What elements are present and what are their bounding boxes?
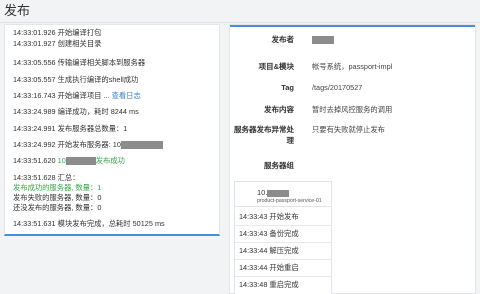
- log-line: 14:33:01.927 创建相关目录: [13, 39, 102, 48]
- publisher-value: [312, 35, 334, 45]
- log-line-server: 10: [57, 156, 66, 165]
- log-line: 14:33:24.991 发布服务器总数量：1: [13, 124, 128, 133]
- server-step: 14:33:43 开始发布: [239, 212, 299, 221]
- publish-log-panel: 14:33:01.926 开始编译打包 14:33:01.927 创建相关目录 …: [4, 24, 220, 236]
- project-label: 项目&模块: [258, 62, 294, 71]
- step-divider: [235, 259, 331, 260]
- page-title: 发布: [4, 3, 31, 18]
- tag-label: Tag: [281, 83, 294, 92]
- redacted-ip: [267, 189, 290, 197]
- log-line: 发布成功的服务器, 数量：1: [13, 183, 102, 192]
- step-divider: [235, 242, 331, 243]
- log-line-text: 14:33:16.743 开始编译项目 ...: [13, 91, 110, 100]
- redacted-ip: [65, 157, 96, 166]
- log-line: 14:33:51.631 模块发布完成，总耗时 50125 ms: [13, 219, 165, 228]
- server-step: 14:33:44 开始重启: [239, 263, 299, 272]
- servers-label: 服务器组: [264, 161, 294, 170]
- redacted-publisher: [312, 36, 334, 45]
- server-step: 14:33:43 备份完成: [239, 229, 299, 238]
- view-log-link[interactable]: 查看日志: [112, 91, 141, 100]
- publisher-label: 发布者: [271, 35, 295, 44]
- panel-accent-rule: [230, 25, 475, 27]
- log-line: 14:33:01.926 开始编译打包: [13, 28, 102, 37]
- step-divider: [235, 225, 331, 226]
- log-line: 14:33:05.557 生成执行编译的shell成功: [13, 75, 139, 84]
- server-step: 14:33:48 重启完成: [239, 280, 299, 289]
- server-step: 14:33:44 解压完成: [239, 246, 299, 255]
- title-divider: [0, 22, 480, 23]
- step-divider: [235, 276, 331, 277]
- log-line-text: 14:33:24.992 开始发布服务器: 10: [13, 140, 121, 149]
- server-card: 10. product-passport-service-01 14:33:43…: [234, 181, 332, 294]
- log-line: 14:33:51.620 10 发布成功: [13, 156, 125, 166]
- server-card-divider: [235, 206, 331, 207]
- content-value: 暂时去掉风控服务的调用: [312, 105, 393, 114]
- log-line: 发布失败的服务器, 数量：0: [13, 193, 102, 202]
- log-line-status: 发布成功: [95, 156, 125, 165]
- exception-value: 只要有失败就停止发布: [312, 125, 385, 134]
- content-label: 发布内容: [264, 105, 294, 114]
- exception-label: 服务器发布异常处: [234, 125, 294, 134]
- log-line: 14:33:05.556 传输编译相关脚本到服务器: [13, 58, 146, 67]
- log-line: 还没发布的服务器, 数量：0: [13, 203, 102, 212]
- log-line: 14:33:24.992 开始发布服务器: 10: [13, 140, 163, 150]
- project-value: 帐号系统，passport-impl: [312, 62, 393, 71]
- log-line-text: 14:33:51.620: [13, 156, 58, 165]
- redacted-ip: [120, 141, 163, 150]
- publish-detail-panel: 发布者 项目&模块 帐号系统，passport-impl Tag /tags/2…: [229, 24, 476, 294]
- server-name: 10.: [257, 188, 290, 197]
- exception-label-cont: 理: [286, 136, 295, 145]
- log-line: 14:33:16.743 开始编译项目 ... 查看日志: [13, 91, 141, 100]
- log-line: 14:33:51.628 汇总：: [13, 173, 80, 182]
- tag-value: /tags/20170527: [312, 83, 363, 92]
- log-line: 14:33:24.989 编译成功，耗时 8244 ms: [13, 107, 139, 116]
- server-service-name: product-passport-service-01: [257, 198, 322, 204]
